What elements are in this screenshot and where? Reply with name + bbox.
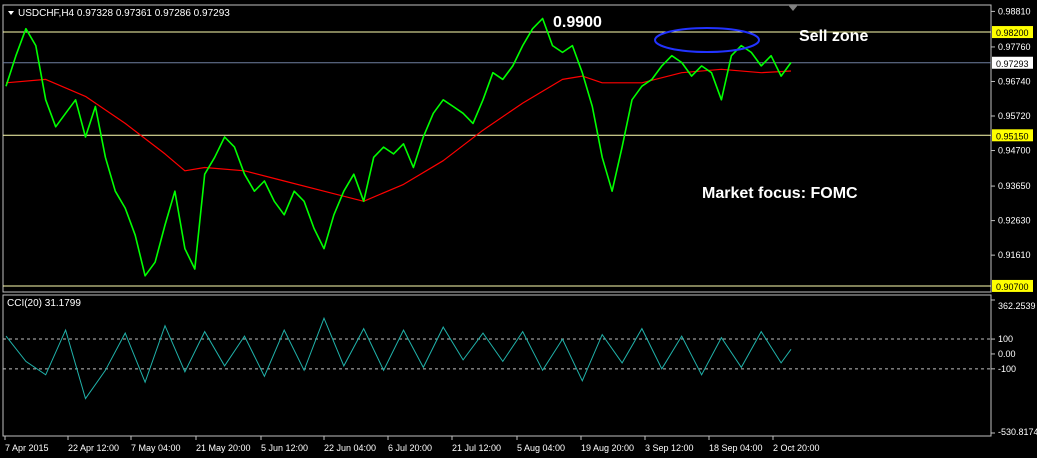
cci-tick-label: 100 [998, 334, 1013, 344]
x-tick-label: 2 Oct 20:00 [773, 443, 820, 453]
cci-tick-label: 0.00 [998, 349, 1016, 359]
shift-marker-icon[interactable] [788, 5, 798, 11]
x-tick-label: 22 Apr 12:00 [68, 443, 119, 453]
cci-pane: CCI(20) 31.1799 362.2539 100 0.00 -100 -530.… [2, 294, 1037, 437]
x-tick-label: 19 Aug 20:00 [581, 443, 634, 453]
cci-tick-label: -530.8174 [998, 427, 1037, 437]
x-tick-label: 21 Jul 12:00 [452, 443, 501, 453]
symbol-header: USDCHF,H4 0.97328 0.97361 0.97286 0.9729… [18, 8, 230, 19]
level-badge-label: 0.98200 [996, 28, 1029, 38]
y-tick-label: 0.92630 [998, 216, 1031, 226]
cci-label: CCI(20) 31.1799 [7, 298, 81, 309]
cci-tick-label: -100 [998, 364, 1016, 374]
x-tick-label: 3 Sep 12:00 [645, 443, 694, 453]
x-tick-label: 7 May 04:00 [131, 443, 181, 453]
x-tick-label: 5 Aug 04:00 [517, 443, 565, 453]
price-pane-frame [2, 4, 992, 293]
current-price-label: 0.97293 [996, 59, 1029, 69]
level-badge-label: 0.95150 [996, 131, 1029, 141]
y-tick-label: 0.94700 [998, 146, 1031, 156]
y-tick-label: 0.91610 [998, 250, 1031, 260]
y-tick-label: 0.95720 [998, 111, 1031, 121]
x-tick-label: 6 Jul 20:00 [388, 443, 432, 453]
x-tick-label: 5 Jun 12:00 [261, 443, 308, 453]
y-tick-label: 0.98810 [998, 6, 1031, 16]
time-axis: 7 Apr 2015 22 Apr 12:00 7 May 04:00 21 May … [4, 436, 820, 453]
x-tick-label: 21 May 20:00 [196, 443, 251, 453]
x-tick-label: 18 Sep 04:00 [709, 443, 763, 453]
cci-series-line [5, 316, 792, 400]
menu-triangle-icon[interactable] [8, 11, 14, 15]
peak-label: 0.9900 [553, 14, 602, 31]
x-tick-label: 22 Jun 04:00 [324, 443, 376, 453]
sell-zone-label: Sell zone [799, 28, 868, 45]
level-badge-label: 0.90700 [996, 282, 1029, 292]
x-tick-label: 7 Apr 2015 [5, 443, 49, 453]
y-tick-label: 0.97760 [998, 42, 1031, 52]
market-focus-label: Market focus: FOMC [702, 185, 858, 202]
chart-canvas: USDCHF,H4 0.97328 0.97361 0.97286 0.9729… [2, 4, 1037, 453]
y-tick-label: 0.96740 [998, 76, 1031, 86]
price-pane: USDCHF,H4 0.97328 0.97361 0.97286 0.9729… [2, 4, 1033, 293]
price-series-line [5, 17, 792, 277]
y-tick-label: 0.93650 [998, 181, 1031, 191]
cci-tick-label: 362.2539 [998, 301, 1036, 311]
